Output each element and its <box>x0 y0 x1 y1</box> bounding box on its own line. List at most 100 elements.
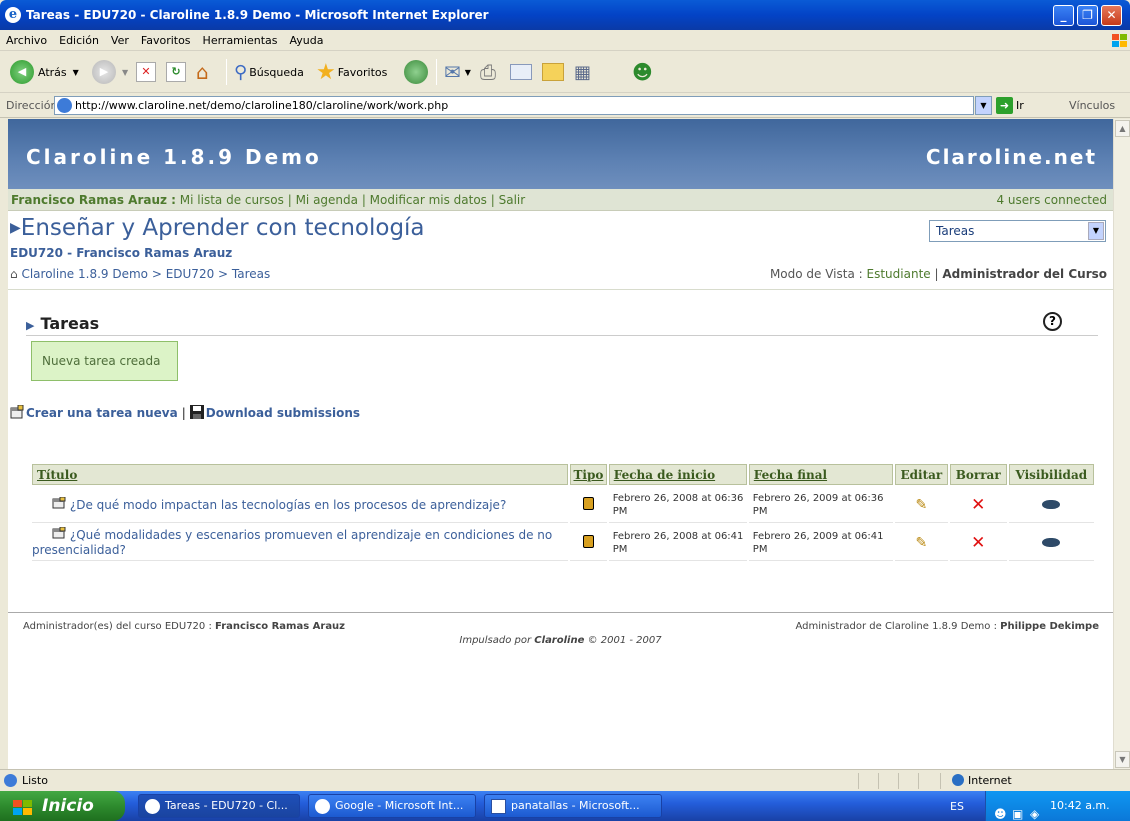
institution-link[interactable]: Claroline.net <box>926 145 1097 169</box>
breadcrumb-course[interactable]: EDU720 <box>166 267 215 281</box>
speaker-tray-icon[interactable]: ◈ <box>1030 799 1039 821</box>
col-end-header[interactable]: Fecha final <box>748 464 893 485</box>
link-my-courses[interactable]: Mi lista de cursos <box>180 193 284 207</box>
language-indicator[interactable]: ES <box>950 800 964 813</box>
go-arrow-icon: ➜ <box>996 97 1013 114</box>
address-dropdown-icon[interactable]: ▼ <box>975 96 992 115</box>
page-status-icon <box>4 774 17 787</box>
messenger-button[interactable]: ☻ <box>632 58 653 86</box>
user-bar: Francisco Ramas Arauz : Mi lista de curs… <box>8 189 1113 211</box>
link-logout[interactable]: Salir <box>499 193 526 207</box>
assignment-end-date: Febrero 26, 2009 at 06:36 PM <box>748 487 893 523</box>
messenger-tray-icon[interactable]: ☻ <box>994 799 1007 821</box>
print-button[interactable]: ⎙ <box>480 58 496 86</box>
help-icon[interactable]: ? <box>1043 312 1062 331</box>
campus-name[interactable]: Claroline 1.8.9 Demo <box>26 145 322 169</box>
back-arrow-icon: ◀ <box>10 60 34 84</box>
individual-type-icon <box>582 534 594 548</box>
edit-pencil-icon[interactable]: ✎ <box>916 497 928 513</box>
users-connected[interactable]: 4 users connected <box>996 189 1107 211</box>
favorites-button[interactable]: ★ Favoritos <box>316 58 387 86</box>
minimize-button[interactable]: _ <box>1053 5 1074 26</box>
history-button[interactable] <box>404 58 428 86</box>
forward-button[interactable]: ▶ ▼ <box>92 58 128 86</box>
task-word-document[interactable]: panatallas - Microsoft... <box>484 794 662 818</box>
status-text: Listo <box>22 774 48 787</box>
scroll-down-icon[interactable]: ▼ <box>1115 751 1130 768</box>
delete-x-icon[interactable]: ✕ <box>971 533 985 553</box>
mail-dropdown-icon[interactable]: ▼ <box>465 68 471 77</box>
breadcrumb-tool[interactable]: Tareas <box>232 267 270 281</box>
taskbar: Inicio Tareas - EDU720 - Cl... Google - … <box>0 791 1130 821</box>
delete-cell: ✕ <box>949 525 1007 561</box>
task-ie-tareas[interactable]: Tareas - EDU720 - Cl... <box>138 794 300 818</box>
breadcrumb-campus[interactable]: Claroline 1.8.9 Demo <box>21 267 148 281</box>
delete-cell: ✕ <box>949 487 1007 523</box>
forward-dropdown-icon[interactable]: ▼ <box>122 68 128 77</box>
chevron-down-icon[interactable]: ▼ <box>1088 222 1104 240</box>
research-button[interactable]: ▦ <box>574 58 591 86</box>
assignment-type <box>570 487 607 523</box>
vertical-scrollbar[interactable]: ▲ ▼ <box>1113 119 1130 769</box>
view-student-link[interactable]: Estudiante <box>867 267 931 281</box>
discuss-button[interactable] <box>542 58 564 86</box>
col-type-header[interactable]: Tipo <box>570 464 607 485</box>
back-dropdown-icon[interactable]: ▼ <box>73 68 79 77</box>
address-input[interactable]: http://www.claroline.net/demo/claroline1… <box>54 96 974 115</box>
delete-x-icon[interactable]: ✕ <box>971 495 985 515</box>
assignment-title[interactable]: ¿Qué modalidades y escenarios promueven … <box>32 525 569 561</box>
stop-icon: ✕ <box>136 62 156 82</box>
work-actions: Crear una tarea nueva | Download submissio… <box>10 404 360 420</box>
folder-icon <box>542 63 564 81</box>
windows-logo-icon <box>1104 32 1127 49</box>
search-button[interactable]: ⚲ Búsqueda <box>234 58 304 86</box>
col-start-header[interactable]: Fecha de inicio <box>608 464 747 485</box>
close-button[interactable]: ✕ <box>1101 5 1122 26</box>
menu-favoritos[interactable]: Favoritos <box>135 30 197 51</box>
visibility-cell <box>1008 525 1094 561</box>
visible-eye-icon[interactable] <box>1042 499 1061 509</box>
menu-ayuda[interactable]: Ayuda <box>283 30 329 51</box>
course-admin-footer: Administrador(es) del curso EDU720 : Fra… <box>23 621 346 632</box>
course-admin-name[interactable]: Francisco Ramas Arauz <box>215 621 345 632</box>
create-assignment-link[interactable]: Crear una tarea nueva <box>26 406 178 420</box>
menu-edicion[interactable]: Edición <box>53 30 105 51</box>
visibility-cell <box>1008 487 1094 523</box>
edit-pencil-icon[interactable]: ✎ <box>916 535 928 551</box>
menu-ver[interactable]: Ver <box>105 30 135 51</box>
links-button[interactable]: Vínculos <box>1069 99 1115 112</box>
platform-admin-name[interactable]: Philippe Dekimpe <box>1000 621 1099 632</box>
history-icon <box>404 60 428 84</box>
task-ie-google[interactable]: Google - Microsoft Int... <box>308 794 476 818</box>
claroline-link[interactable]: Claroline <box>534 635 584 646</box>
assignments-table: Título Tipo Fecha de inicio Fecha final … <box>30 462 1096 563</box>
refresh-button[interactable]: ↻ <box>166 58 186 86</box>
course-title[interactable]: ▶Enseñar y Aprender con tecnología <box>10 215 425 241</box>
network-tray-icon[interactable]: ▣ <box>1012 799 1023 821</box>
back-button[interactable]: ◀ Atrás ▼ <box>10 58 79 86</box>
assignment-start-date: Febrero 26, 2008 at 06:41 PM <box>608 525 747 561</box>
search-label: Búsqueda <box>249 65 304 79</box>
tool-select[interactable]: Tareas ▼ <box>929 220 1106 242</box>
assignment-title[interactable]: ¿De qué modo impactan las tecnologías en… <box>32 487 569 523</box>
tool-heading: ▶ Tareas <box>26 314 100 333</box>
link-my-agenda[interactable]: Mi agenda <box>296 193 358 207</box>
col-title-header[interactable]: Título <box>32 464 569 485</box>
visible-eye-icon[interactable] <box>1042 537 1061 547</box>
download-submissions-link[interactable]: Download submissions <box>206 406 360 420</box>
go-button[interactable]: ➜ Ir <box>996 96 1024 115</box>
restore-button[interactable]: ❐ <box>1077 5 1098 26</box>
home-icon: ⌂ <box>196 60 209 84</box>
menu-herramientas[interactable]: Herramientas <box>197 30 284 51</box>
edit-page-button[interactable] <box>510 58 532 86</box>
menu-archivo[interactable]: Archivo <box>0 30 53 51</box>
scroll-up-icon[interactable]: ▲ <box>1115 120 1130 137</box>
link-edit-profile[interactable]: Modificar mis datos <box>370 193 487 207</box>
stop-button[interactable]: ✕ <box>136 58 156 86</box>
home-button[interactable]: ⌂ <box>196 58 209 86</box>
home-small-icon: ⌂ <box>10 267 18 281</box>
mail-button[interactable]: ✉ ▼ <box>444 58 471 86</box>
window-title-bar[interactable]: e Tareas - EDU720 - Claroline 1.8.9 Demo… <box>0 0 1130 30</box>
start-button[interactable]: Inicio <box>0 791 125 821</box>
address-bar: Dirección http://www.claroline.net/demo/… <box>0 94 1130 118</box>
